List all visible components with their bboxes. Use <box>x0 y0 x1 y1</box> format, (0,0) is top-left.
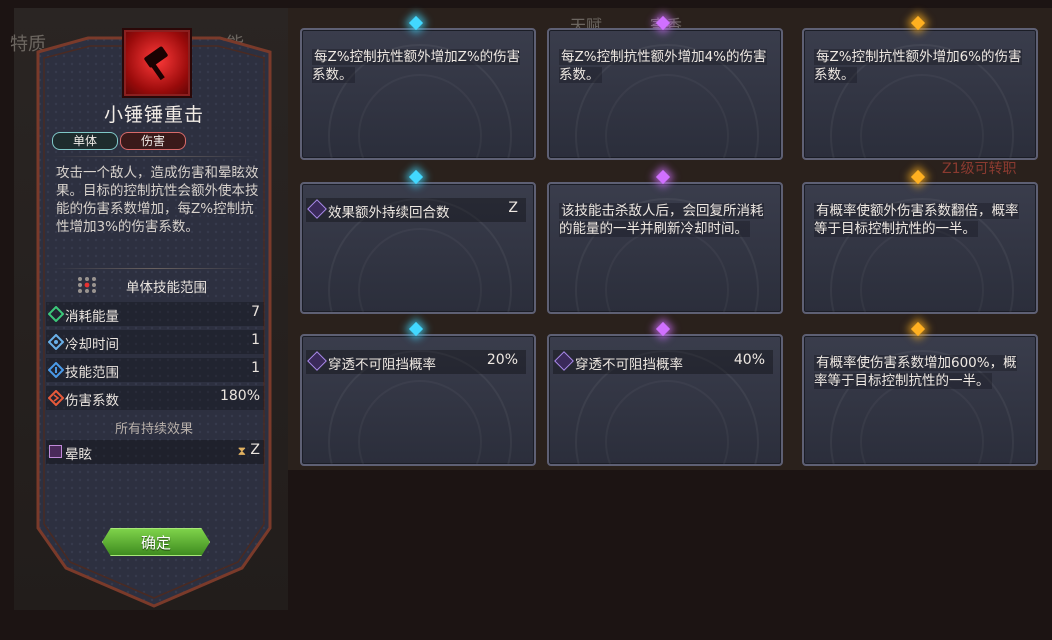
range-icon <box>48 362 64 378</box>
upgrade-card-gold[interactable]: 有概率使额外伤害系数翻倍，概率等于目标控制抗性的一半。 <box>802 182 1038 314</box>
upgrade-stat-value: 40% <box>733 352 765 368</box>
upgrade-stat-row: 效果额外持续回合数 Z <box>306 198 526 222</box>
stat-bonus-icon <box>554 351 574 371</box>
effect-row-stun[interactable]: 晕眩 ⧗ Z <box>46 440 264 464</box>
stat-row-damage: 伤害系数 180% <box>46 386 264 410</box>
stat-row-cooldown: 冷却时间 1 <box>46 330 264 354</box>
stat-value: 1 <box>251 332 260 348</box>
stat-row-range: 技能范围 1 <box>46 358 264 382</box>
background-rank-label: Z1级可转职 <box>942 161 1017 177</box>
skill-range-row: 单体技能范围 <box>48 274 260 298</box>
divider <box>52 156 256 157</box>
skill-tag-type: 伤害 <box>120 132 186 150</box>
upgrade-stat-row: 穿透不可阻挡概率 20% <box>306 350 526 374</box>
stat-value: 180% <box>219 388 260 404</box>
skill-tag-target: 单体 <box>52 132 118 150</box>
stat-label: 技能范围 <box>65 365 119 381</box>
upgrade-card-blue[interactable]: 每Z%控制抗性额外增加Z%的伤害系数。 <box>300 28 536 160</box>
stat-row-energy: 消耗能量 7 <box>46 302 264 326</box>
stun-icon <box>49 445 62 458</box>
upgrade-stat-label: 效果额外持续回合数 <box>328 205 450 221</box>
upgrade-description: 每Z%控制抗性额外增加Z%的伤害系数。 <box>312 49 521 83</box>
range-grid-icon <box>78 277 96 293</box>
stat-value: 1 <box>251 360 260 376</box>
upgrade-card-gold[interactable]: 每Z%控制抗性额外增加6%的伤害系数。 <box>802 28 1038 160</box>
upgrade-card-blue[interactable]: 效果额外持续回合数 Z <box>300 182 536 314</box>
stat-bonus-icon <box>307 199 327 219</box>
upgrade-card-purple[interactable]: 穿透不可阻挡概率 40% <box>547 334 783 466</box>
upgrade-description: 每Z%控制抗性额外增加6%的伤害系数。 <box>814 49 1022 83</box>
cooldown-icon <box>48 334 64 350</box>
upgrade-description: 有概率使伤害系数增加600%，概率等于目标控制抗性的一半。 <box>814 355 1017 389</box>
skill-description: 攻击一个敌人，造成伤害和晕眩效果。目标的控制抗性会额外使本技能的伤害系数增加，每… <box>56 165 259 235</box>
energy-icon <box>48 306 64 322</box>
upgrade-description: 有概率使额外伤害系数翻倍，概率等于目标控制抗性的一半。 <box>814 203 1019 237</box>
upgrade-stat-row: 穿透不可阻挡概率 40% <box>553 350 773 374</box>
upgrade-stat-value: 20% <box>486 352 518 368</box>
divider <box>52 268 256 269</box>
stat-label: 伤害系数 <box>65 393 119 409</box>
stat-label: 消耗能量 <box>65 309 119 325</box>
stat-bonus-icon <box>307 351 327 371</box>
stat-value: 7 <box>251 304 260 320</box>
hourglass-icon: ⧗ <box>237 444 246 458</box>
effects-title: 所有持续效果 <box>114 422 193 437</box>
skill-range-label: 单体技能范围 <box>126 280 207 296</box>
upgrade-description: 每Z%控制抗性额外增加4%的伤害系数。 <box>559 49 767 83</box>
upgrade-card-gold[interactable]: 有概率使伤害系数增加600%，概率等于目标控制抗性的一半。 <box>802 334 1038 466</box>
effect-duration: Z <box>250 442 260 458</box>
upgrade-card-purple[interactable]: 每Z%控制抗性额外增加4%的伤害系数。 <box>547 28 783 160</box>
stat-label: 冷却时间 <box>65 337 119 353</box>
upgrade-stat-value: Z <box>508 200 518 216</box>
upgrade-stat-label: 穿透不可阻挡概率 <box>328 357 436 373</box>
confirm-button[interactable]: 确定 <box>102 528 210 556</box>
hammer-icon <box>122 28 192 98</box>
skill-detail-panel: 小锤锤重击 单体 伤害 攻击一个敌人，造成伤害和晕眩效果。目标的控制抗性会额外使… <box>28 28 280 608</box>
damage-icon <box>48 390 64 406</box>
upgrade-description: 该技能击杀敌人后，会回复所消耗的能量的一半并刷新冷却时间。 <box>559 203 764 237</box>
upgrade-card-blue[interactable]: 穿透不可阻挡概率 20% <box>300 334 536 466</box>
upgrade-stat-label: 穿透不可阻挡概率 <box>575 357 683 373</box>
skill-title: 小锤锤重击 <box>103 104 204 126</box>
upgrade-card-purple[interactable]: 该技能击杀敌人后，会回复所消耗的能量的一半并刷新冷却时间。 <box>547 182 783 314</box>
effect-label: 晕眩 <box>65 447 92 463</box>
